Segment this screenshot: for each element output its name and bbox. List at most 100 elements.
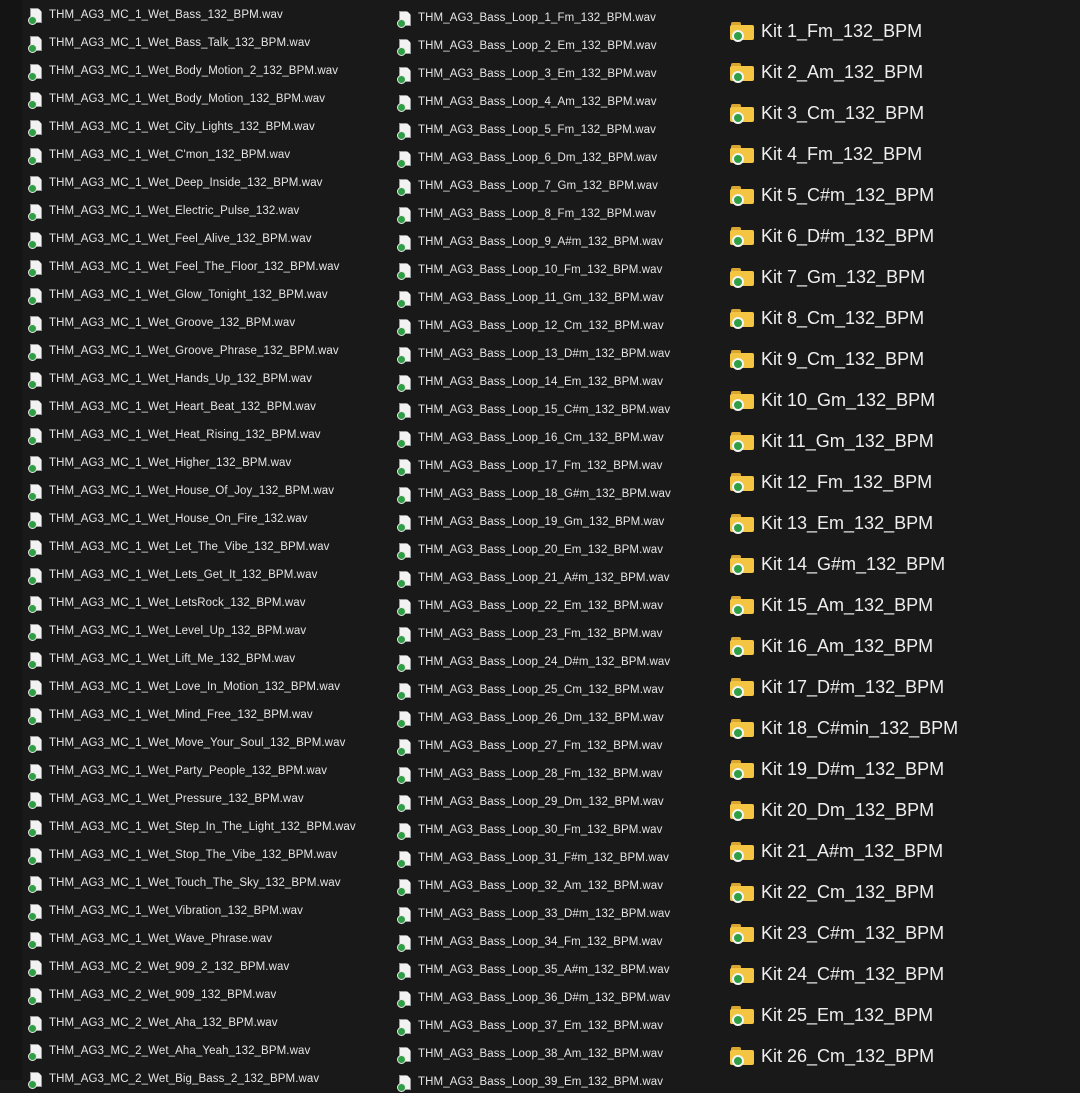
- file-item[interactable]: THM_AG3_MC_1_Wet_C'mon_132_BPM.wav: [28, 144, 290, 166]
- file-item[interactable]: THM_AG3_Bass_Loop_1_Fm_132_BPM.wav: [397, 7, 656, 29]
- file-item[interactable]: THM_AG3_Bass_Loop_4_Am_132_BPM.wav: [397, 91, 657, 113]
- folder-item[interactable]: Kit 14_G#m_132_BPM: [730, 549, 945, 579]
- file-item[interactable]: THM_AG3_Bass_Loop_21_A#m_132_BPM.wav: [397, 567, 670, 589]
- folder-item[interactable]: Kit 5_C#m_132_BPM: [730, 180, 934, 210]
- file-item[interactable]: THM_AG3_MC_1_Wet_Higher_132_BPM.wav: [28, 452, 291, 474]
- folder-item[interactable]: Kit 23_C#m_132_BPM: [730, 918, 944, 948]
- folder-item[interactable]: Kit 24_C#m_132_BPM: [730, 959, 944, 989]
- file-item[interactable]: THM_AG3_Bass_Loop_15_C#m_132_BPM.wav: [397, 399, 670, 421]
- file-item[interactable]: THM_AG3_Bass_Loop_30_Fm_132_BPM.wav: [397, 819, 663, 841]
- file-item[interactable]: THM_AG3_Bass_Loop_35_A#m_132_BPM.wav: [397, 959, 670, 981]
- folder-item[interactable]: Kit 13_Em_132_BPM: [730, 508, 933, 538]
- file-item[interactable]: THM_AG3_Bass_Loop_19_Gm_132_BPM.wav: [397, 511, 664, 533]
- file-item[interactable]: THM_AG3_Bass_Loop_2_Em_132_BPM.wav: [397, 35, 657, 57]
- file-item[interactable]: THM_AG3_Bass_Loop_16_Cm_132_BPM.wav: [397, 427, 664, 449]
- folder-item[interactable]: Kit 21_A#m_132_BPM: [730, 836, 943, 866]
- file-item[interactable]: THM_AG3_MC_1_Wet_Groove_132_BPM.wav: [28, 312, 295, 334]
- file-item[interactable]: THM_AG3_MC_1_Wet_Pressure_132_BPM.wav: [28, 788, 304, 810]
- file-item[interactable]: THM_AG3_Bass_Loop_9_A#m_132_BPM.wav: [397, 231, 663, 253]
- file-item[interactable]: THM_AG3_MC_1_Wet_Glow_Tonight_132_BPM.wa…: [28, 284, 328, 306]
- file-item[interactable]: THM_AG3_Bass_Loop_37_Em_132_BPM.wav: [397, 1015, 663, 1037]
- folder-item[interactable]: Kit 18_C#min_132_BPM: [730, 713, 958, 743]
- file-item[interactable]: THM_AG3_Bass_Loop_5_Fm_132_BPM.wav: [397, 119, 656, 141]
- folder-item[interactable]: Kit 17_D#m_132_BPM: [730, 672, 944, 702]
- file-item[interactable]: THM_AG3_Bass_Loop_8_Fm_132_BPM.wav: [397, 203, 656, 225]
- file-item[interactable]: THM_AG3_Bass_Loop_17_Fm_132_BPM.wav: [397, 455, 663, 477]
- folder-item[interactable]: Kit 20_Dm_132_BPM: [730, 795, 934, 825]
- file-item[interactable]: THM_AG3_MC_2_Wet_909_2_132_BPM.wav: [28, 956, 289, 978]
- file-item[interactable]: THM_AG3_Bass_Loop_34_Fm_132_BPM.wav: [397, 931, 663, 953]
- folder-item[interactable]: Kit 25_Em_132_BPM: [730, 1000, 933, 1030]
- file-item[interactable]: THM_AG3_MC_1_Wet_City_Lights_132_BPM.wav: [28, 116, 315, 138]
- file-item[interactable]: THM_AG3_Bass_Loop_27_Fm_132_BPM.wav: [397, 735, 663, 757]
- folder-item[interactable]: Kit 10_Gm_132_BPM: [730, 385, 935, 415]
- file-item[interactable]: THM_AG3_Bass_Loop_26_Dm_132_BPM.wav: [397, 707, 664, 729]
- folder-item[interactable]: Kit 26_Cm_132_BPM: [730, 1041, 934, 1071]
- file-item[interactable]: THM_AG3_MC_1_Wet_Hands_Up_132_BPM.wav: [28, 368, 312, 390]
- folder-item[interactable]: Kit 7_Gm_132_BPM: [730, 262, 925, 292]
- file-item[interactable]: THM_AG3_MC_2_Wet_Big_Bass_2_132_BPM.wav: [28, 1068, 319, 1090]
- file-item[interactable]: THM_AG3_MC_1_Wet_Mind_Free_132_BPM.wav: [28, 704, 313, 726]
- folder-item[interactable]: Kit 19_D#m_132_BPM: [730, 754, 944, 784]
- folder-item[interactable]: Kit 2_Am_132_BPM: [730, 57, 923, 87]
- file-item[interactable]: THM_AG3_Bass_Loop_7_Gm_132_BPM.wav: [397, 175, 658, 197]
- file-item[interactable]: THM_AG3_MC_1_Wet_Love_In_Motion_132_BPM.…: [28, 676, 340, 698]
- file-item[interactable]: THM_AG3_Bass_Loop_25_Cm_132_BPM.wav: [397, 679, 664, 701]
- file-item[interactable]: THM_AG3_Bass_Loop_22_Em_132_BPM.wav: [397, 595, 663, 617]
- file-item[interactable]: THM_AG3_Bass_Loop_10_Fm_132_BPM.wav: [397, 259, 663, 281]
- file-item[interactable]: THM_AG3_MC_1_Wet_Feel_Alive_132_BPM.wav: [28, 228, 312, 250]
- file-item[interactable]: THM_AG3_Bass_Loop_32_Am_132_BPM.wav: [397, 875, 663, 897]
- file-item[interactable]: THM_AG3_Bass_Loop_33_D#m_132_BPM.wav: [397, 903, 670, 925]
- file-item[interactable]: THM_AG3_Bass_Loop_39_Em_132_BPM.wav: [397, 1071, 663, 1093]
- file-item[interactable]: THM_AG3_MC_1_Wet_Wave_Phrase.wav: [28, 928, 272, 950]
- file-item[interactable]: THM_AG3_MC_1_Wet_Vibration_132_BPM.wav: [28, 900, 303, 922]
- folder-item[interactable]: Kit 9_Cm_132_BPM: [730, 344, 924, 374]
- file-item[interactable]: THM_AG3_MC_1_Wet_Party_People_132_BPM.wa…: [28, 760, 327, 782]
- file-item[interactable]: THM_AG3_Bass_Loop_31_F#m_132_BPM.wav: [397, 847, 669, 869]
- folder-item[interactable]: Kit 1_Fm_132_BPM: [730, 16, 922, 46]
- file-item[interactable]: THM_AG3_MC_2_Wet_Aha_Yeah_132_BPM.wav: [28, 1040, 310, 1062]
- file-item[interactable]: THM_AG3_Bass_Loop_11_Gm_132_BPM.wav: [397, 287, 664, 309]
- folder-item[interactable]: Kit 12_Fm_132_BPM: [730, 467, 932, 497]
- folder-item[interactable]: Kit 3_Cm_132_BPM: [730, 98, 924, 128]
- file-item[interactable]: THM_AG3_MC_1_Wet_House_Of_Joy_132_BPM.wa…: [28, 480, 334, 502]
- file-item[interactable]: THM_AG3_MC_1_Wet_Bass_132_BPM.wav: [28, 4, 283, 26]
- folder-item[interactable]: Kit 4_Fm_132_BPM: [730, 139, 922, 169]
- file-item[interactable]: THM_AG3_MC_1_Wet_LetsRock_132_BPM.wav: [28, 592, 306, 614]
- file-item[interactable]: THM_AG3_Bass_Loop_14_Em_132_BPM.wav: [397, 371, 663, 393]
- file-item[interactable]: THM_AG3_Bass_Loop_23_Fm_132_BPM.wav: [397, 623, 663, 645]
- file-item[interactable]: THM_AG3_MC_1_Wet_Groove_Phrase_132_BPM.w…: [28, 340, 339, 362]
- folder-item[interactable]: Kit 11_Gm_132_BPM: [730, 426, 934, 456]
- file-item[interactable]: THM_AG3_Bass_Loop_6_Dm_132_BPM.wav: [397, 147, 657, 169]
- folder-item[interactable]: Kit 16_Am_132_BPM: [730, 631, 933, 661]
- file-item[interactable]: THM_AG3_MC_1_Wet_Lets_Get_It_132_BPM.wav: [28, 564, 317, 586]
- folder-item[interactable]: Kit 8_Cm_132_BPM: [730, 303, 924, 333]
- file-item[interactable]: THM_AG3_MC_1_Wet_Heat_Rising_132_BPM.wav: [28, 424, 321, 446]
- file-item[interactable]: THM_AG3_Bass_Loop_36_D#m_132_BPM.wav: [397, 987, 670, 1009]
- file-item[interactable]: THM_AG3_Bass_Loop_28_Fm_132_BPM.wav: [397, 763, 663, 785]
- folder-item[interactable]: Kit 15_Am_132_BPM: [730, 590, 933, 620]
- file-item[interactable]: THM_AG3_MC_1_Wet_Bass_Talk_132_BPM.wav: [28, 32, 310, 54]
- file-item[interactable]: THM_AG3_Bass_Loop_3_Em_132_BPM.wav: [397, 63, 657, 85]
- file-item[interactable]: THM_AG3_MC_1_Wet_Move_Your_Soul_132_BPM.…: [28, 732, 345, 754]
- file-item[interactable]: THM_AG3_MC_1_Wet_Let_The_Vibe_132_BPM.wa…: [28, 536, 329, 558]
- file-item[interactable]: THM_AG3_Bass_Loop_29_Dm_132_BPM.wav: [397, 791, 664, 813]
- file-item[interactable]: THM_AG3_Bass_Loop_20_Em_132_BPM.wav: [397, 539, 663, 561]
- file-item[interactable]: THM_AG3_Bass_Loop_18_G#m_132_BPM.wav: [397, 483, 671, 505]
- file-item[interactable]: THM_AG3_MC_2_Wet_909_132_BPM.wav: [28, 984, 276, 1006]
- file-item[interactable]: THM_AG3_MC_2_Wet_Aha_132_BPM.wav: [28, 1012, 278, 1034]
- file-item[interactable]: THM_AG3_MC_1_Wet_Lift_Me_132_BPM.wav: [28, 648, 295, 670]
- file-item[interactable]: THM_AG3_Bass_Loop_24_D#m_132_BPM.wav: [397, 651, 670, 673]
- file-item[interactable]: THM_AG3_MC_1_Wet_Body_Motion_2_132_BPM.w…: [28, 60, 338, 82]
- file-item[interactable]: THM_AG3_MC_1_Wet_Touch_The_Sky_132_BPM.w…: [28, 872, 341, 894]
- file-item[interactable]: THM_AG3_MC_1_Wet_Level_Up_132_BPM.wav: [28, 620, 306, 642]
- folder-item[interactable]: Kit 6_D#m_132_BPM: [730, 221, 934, 251]
- file-item[interactable]: THM_AG3_MC_1_Wet_Step_In_The_Light_132_B…: [28, 816, 356, 838]
- file-item[interactable]: THM_AG3_MC_1_Wet_Electric_Pulse_132.wav: [28, 200, 299, 222]
- file-item[interactable]: THM_AG3_Bass_Loop_13_D#m_132_BPM.wav: [397, 343, 670, 365]
- folder-item[interactable]: Kit 22_Cm_132_BPM: [730, 877, 934, 907]
- file-item[interactable]: THM_AG3_MC_1_Wet_Deep_Inside_132_BPM.wav: [28, 172, 323, 194]
- file-item[interactable]: THM_AG3_MC_1_Wet_Heart_Beat_132_BPM.wav: [28, 396, 316, 418]
- file-item[interactable]: THM_AG3_MC_1_Wet_Feel_The_Floor_132_BPM.…: [28, 256, 339, 278]
- file-item[interactable]: THM_AG3_Bass_Loop_38_Am_132_BPM.wav: [397, 1043, 663, 1065]
